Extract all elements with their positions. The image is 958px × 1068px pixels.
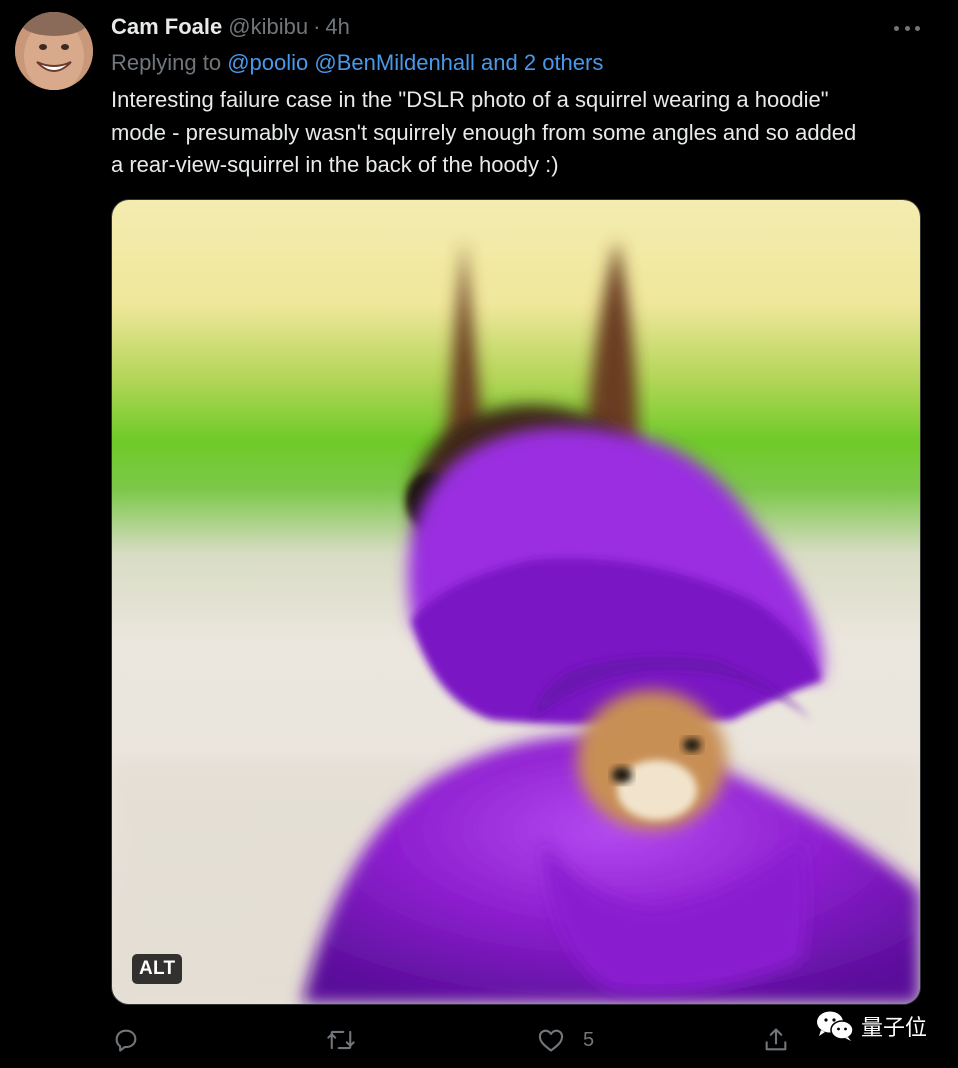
like-count: 5: [583, 1028, 595, 1051]
tweet-media-image[interactable]: ALT: [111, 199, 921, 1005]
heart-icon: [538, 1029, 564, 1052]
mention-benmildenhall[interactable]: @BenMildenhall: [314, 50, 475, 75]
reply-button[interactable]: [112, 1018, 140, 1062]
avatar-face-image: [15, 12, 93, 90]
tweet-text: Interesting failure case in the "DSLR ph…: [111, 84, 941, 182]
tweet-text-line: a rear-view-squirrel in the back of the …: [111, 152, 559, 177]
mention-poolio[interactable]: @poolio: [227, 50, 308, 75]
retweet-button[interactable]: [326, 1018, 356, 1062]
tweet-header: Cam Foale @kibibu · 4h: [111, 14, 350, 44]
tweet-text-line: Interesting failure case in the "DSLR ph…: [111, 87, 829, 112]
avatar[interactable]: [15, 12, 93, 90]
reply-icon: [115, 1029, 137, 1052]
tweet-text-line: mode - presumably wasn't squirrely enoug…: [111, 119, 857, 145]
retweet-icon: [327, 1030, 355, 1050]
replying-to-label: Replying to: [111, 50, 222, 75]
share-icon: [765, 1028, 787, 1051]
watermark-text: 量子位: [861, 1016, 928, 1041]
more-dot: [915, 25, 920, 31]
more-dot: [904, 25, 910, 31]
author-name[interactable]: Cam Foale: [111, 14, 222, 40]
header-separator: ·: [313, 14, 321, 39]
wechat-icon: [817, 1011, 854, 1041]
squirrel-in-purple-hoodie-image: [112, 200, 920, 1004]
tweet[interactable]: Cam Foale @kibibu · 4h Replying to @pool…: [0, 0, 958, 1068]
tweet-timestamp[interactable]: 4h: [325, 14, 349, 40]
like-button[interactable]: 5: [537, 1018, 594, 1062]
more-dots-icon[interactable]: [894, 18, 920, 38]
author-handle[interactable]: @kibibu: [228, 14, 308, 40]
mention-others[interactable]: and 2 others: [481, 50, 603, 75]
replying-to-line: Replying to @poolio @BenMildenhall and 2…: [111, 50, 603, 76]
more-dot: [894, 25, 899, 31]
share-button[interactable]: [762, 1018, 790, 1062]
watermark: 量子位: [815, 1008, 927, 1044]
alt-text-badge[interactable]: ALT: [132, 954, 183, 984]
